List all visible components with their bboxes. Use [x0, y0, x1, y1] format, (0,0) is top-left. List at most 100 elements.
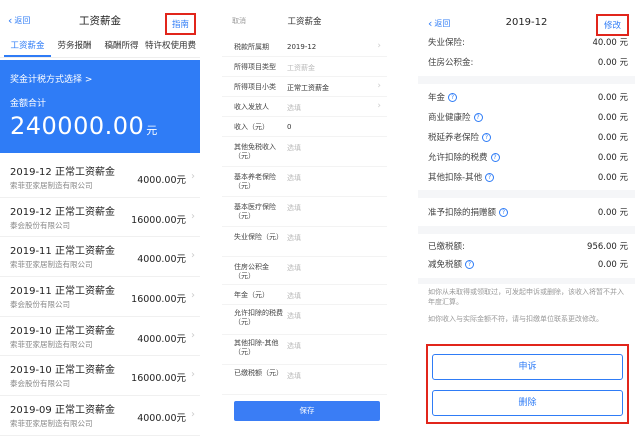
help-icon[interactable]: ? [473, 113, 483, 122]
field-other-tax-free[interactable]: 其他免税收入（元） 选填 [222, 137, 387, 167]
section-divider [418, 226, 635, 234]
chevron-right-icon: › [377, 41, 381, 51]
record-row[interactable]: 2019-12 正常工资薪金 泰会股份有限公司 16000.00元 › [0, 198, 200, 238]
field-annuity[interactable]: 年金（元） 选填 [222, 285, 387, 305]
record-amount: 4000.00元 [137, 175, 186, 186]
field-medical[interactable]: 基本医疗保险（元） 选填 [222, 197, 387, 227]
nav-bar: 取消 工资薪金 [222, 0, 387, 36]
back-label: 返回 [434, 19, 451, 28]
help-icon[interactable]: ? [448, 93, 458, 102]
income-record-list: 2019-12 正常工资薪金 索菲亚家居制造有限公司 4000.00元 › 20… [0, 158, 200, 436]
chevron-right-icon: › [191, 329, 195, 341]
category-tabs: 工资薪金 劳务报酬 稿酬所得 特许权使用费 [0, 36, 200, 58]
notice-text: 如你收入与实际金额不符，请与扣缴单位联系更改修改。 [428, 315, 603, 323]
detail-row: 减免税额? 0.00 元 [428, 260, 628, 270]
record-title: 2019-10 正常工资薪金 [10, 325, 115, 337]
chevron-right-icon: › [377, 81, 381, 91]
section-divider [418, 190, 635, 198]
record-row[interactable]: 2019-12 正常工资薪金 索菲亚家居制造有限公司 4000.00元 › [0, 158, 200, 198]
delete-button[interactable]: 删除 [432, 390, 623, 416]
chevron-right-icon: › [191, 250, 195, 262]
record-amount: 16000.00元 [131, 373, 186, 385]
record-title: 2019-11 正常工资薪金 [10, 286, 115, 298]
chevron-left-icon: ‹ [8, 14, 13, 27]
help-icon[interactable]: ? [499, 208, 509, 217]
nav-bar: ‹ 返回 2019-12 修改 [418, 0, 635, 36]
field-income-amount[interactable]: 收入（元） 0 [222, 117, 387, 137]
edit-button[interactable]: 修改 [595, 14, 629, 36]
chevron-right-icon: › [191, 290, 195, 302]
detail-row: 失业保险: 40.00 元 [428, 38, 628, 48]
bonus-tax-method-link[interactable]: 奖金计税方式选择 > [10, 72, 92, 85]
tab-franchise[interactable]: 特许权使用费 [145, 36, 196, 57]
field-other-deduction[interactable]: 其他扣除-其他（元） 选填 [222, 335, 387, 365]
record-row[interactable]: 2019-11 正常工资薪金 索菲亚家居制造有限公司 4000.00元 › [0, 237, 200, 278]
notice-text: 如你从未取得或领取过，可发起申诉或删除，该收入将暂不并入年度汇算。 [428, 288, 624, 306]
chevron-right-icon: › [191, 369, 195, 381]
chevron-right-icon: › [377, 101, 381, 111]
chevron-left-icon: ‹ [428, 17, 433, 30]
help-icon[interactable]: ? [485, 173, 495, 182]
back-button[interactable]: ‹ 返回 [8, 15, 30, 26]
field-housing-fund[interactable]: 住房公积金（元） 选填 [222, 257, 387, 285]
field-income-type: 所得项目类型 工资薪金 [222, 57, 387, 77]
record-amount: 4000.00元 [137, 333, 186, 345]
total-label: 金额合计 [10, 99, 47, 109]
income-list-screen: ‹ 返回 工资薪金 指南 工资薪金 劳务报酬 稿酬所得 特许权使用费 奖金计税方… [0, 0, 200, 436]
record-amount: 16000.00元 [131, 294, 186, 306]
record-row[interactable]: 2019-10 正常工资薪金 索菲亚家居制造有限公司 4000.00元 › [0, 317, 200, 357]
appeal-button[interactable]: 申诉 [432, 354, 623, 380]
record-title: 2019-12 正常工资薪金 [10, 167, 115, 178]
record-company: 索菲亚家居制造有限公司 [10, 419, 93, 429]
field-payer[interactable]: 收入发放人 选填 › [222, 97, 387, 117]
record-amount: 4000.00元 [137, 413, 186, 425]
tab-royalty-manuscript[interactable]: 稿酬所得 [98, 36, 145, 57]
record-row[interactable]: 2019-10 正常工资薪金 泰会股份有限公司 16000.00元 › [0, 356, 200, 397]
summary-banner: 奖金计税方式选择 > 金额合计 240000.00 元 [0, 60, 200, 153]
section-divider [418, 76, 635, 84]
field-tax-paid[interactable]: 已缴税额（元） 选填 [222, 365, 387, 395]
record-row[interactable]: 2019-11 正常工资薪金 泰会股份有限公司 16000.00元 › [0, 277, 200, 317]
detail-row: 年金? 0.00 元 [428, 93, 628, 103]
income-edit-form: 取消 工资薪金 税款所属期 2019-12 › 所得项目类型 工资薪金 所得项目… [222, 0, 387, 436]
record-company: 泰会股份有限公司 [10, 220, 70, 230]
field-deductible-tax[interactable]: 允许扣除的税费（元） 选填 [222, 305, 387, 335]
field-tax-period[interactable]: 税款所属期 2019-12 › [222, 37, 387, 57]
section-divider [418, 278, 635, 284]
cancel-button[interactable]: 取消 [232, 16, 246, 26]
record-row[interactable]: 2019-09 正常工资薪金 索菲亚家居制造有限公司 4000.00元 › [0, 396, 200, 436]
detail-row: 税延养老保险? 0.00 元 [428, 133, 628, 143]
record-company: 泰会股份有限公司 [10, 379, 70, 389]
record-title: 2019-12 正常工资薪金 [10, 206, 115, 218]
back-label: 返回 [14, 16, 31, 25]
detail-row: 允许扣除的税费? 0.00 元 [428, 153, 628, 163]
chevron-right-icon: › [191, 171, 195, 182]
guide-button[interactable]: 指南 [164, 13, 196, 35]
save-button[interactable]: 保存 [234, 401, 380, 421]
detail-row: 准予扣除的捐赠额? 0.00 元 [428, 208, 628, 218]
back-button[interactable]: ‹ 返回 [428, 18, 450, 29]
record-company: 索菲亚家居制造有限公司 [10, 181, 93, 190]
field-unemployment[interactable]: 失业保险（元） 选填 [222, 227, 387, 257]
field-income-subtype[interactable]: 所得项目小类 正常工资薪金 › [222, 77, 387, 97]
field-pension[interactable]: 基本养老保险（元） 选填 [222, 167, 387, 197]
tab-labor[interactable]: 劳务报酬 [51, 36, 98, 57]
tab-salary[interactable]: 工资薪金 [4, 36, 51, 57]
record-amount: 16000.00元 [131, 214, 186, 226]
detail-row: 其他扣除-其他? 0.00 元 [428, 173, 628, 183]
record-amount: 4000.00元 [137, 254, 186, 266]
action-button-group: 申诉 删除 [426, 344, 629, 424]
record-company: 索菲亚家居制造有限公司 [10, 339, 93, 349]
help-icon[interactable]: ? [482, 133, 492, 142]
record-company: 索菲亚家居制造有限公司 [10, 260, 93, 270]
help-icon[interactable]: ? [490, 153, 500, 162]
nav-bar: ‹ 返回 工资薪金 指南 [0, 0, 200, 36]
detail-row: 商业健康险? 0.00 元 [428, 113, 628, 123]
record-title: 2019-09 正常工资薪金 [10, 405, 115, 417]
help-icon[interactable]: ? [465, 260, 475, 269]
record-company: 泰会股份有限公司 [10, 300, 70, 310]
total-amount: 240000.00 元 [10, 112, 158, 140]
form-title: 工资薪金 [287, 17, 322, 27]
record-title: 2019-11 正常工资薪金 [10, 246, 115, 258]
detail-row: 住房公积金: 0.00 元 [428, 58, 628, 68]
